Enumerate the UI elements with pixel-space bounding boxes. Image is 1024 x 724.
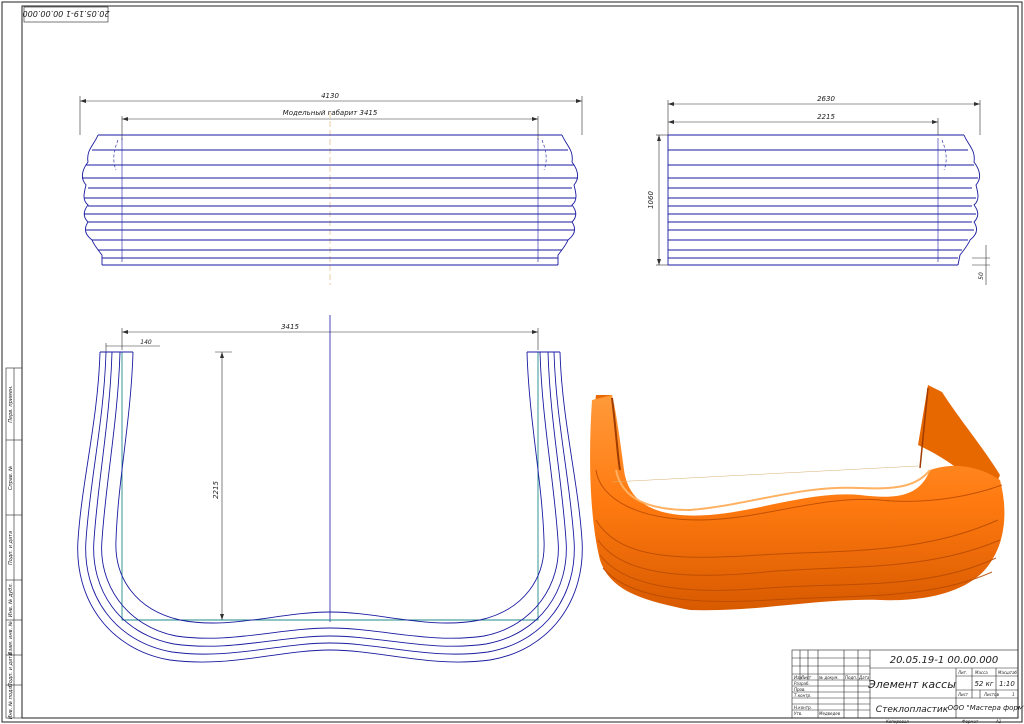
- tb-list: Лист: [800, 675, 812, 680]
- dim-side-bottom: 50: [978, 272, 985, 280]
- outer-frame: [1, 1, 1023, 723]
- tb-copied: Копировал: [886, 719, 909, 724]
- stamp-podp-data-1: Подп. и дата: [8, 531, 14, 565]
- tb-sheet-label: Лист: [957, 692, 969, 697]
- dim-plan-width: 3415: [281, 323, 299, 331]
- tb-sheets-label: Листов: [983, 692, 1000, 697]
- tb-code: 20.05.19-1 00.00.000: [890, 655, 999, 666]
- code-stamp-text: 20.05.19-1 00.00.000: [23, 9, 110, 18]
- dim-plan-wall: 140: [140, 339, 152, 346]
- front-view: 4130 Модельный габарит 3415: [79, 92, 583, 285]
- tb-mass: 52 кг: [974, 680, 993, 688]
- dim-side-overall: 2630: [817, 95, 835, 103]
- stamp-inv-dubl: Инв. № дубл.: [8, 583, 14, 617]
- tb-n-kontr: Н.контр.: [794, 705, 812, 710]
- tb-utv-name: Медведев: [819, 711, 841, 716]
- tb-scale-label: Масштаб: [998, 670, 1018, 675]
- stamp-vzam-inv: Взам. инв. №: [8, 621, 14, 655]
- side-view: 2630 2215 1060 50: [647, 95, 990, 285]
- tb-t-kontr: Т.контр.: [794, 693, 811, 698]
- tb-lit-label: Лит.: [957, 670, 967, 675]
- tb-razrab: Разраб.: [794, 681, 810, 686]
- dim-front-overall: 4130: [321, 92, 339, 100]
- side-stamp: Перв. примен. Справ. № Подп. и дата Инв.…: [5, 367, 23, 720]
- inner-frame: [21, 5, 1019, 719]
- stamp-sprav: Справ. №: [8, 466, 14, 490]
- dim-plan-depth: 2215: [212, 481, 220, 499]
- tb-organization: ООО "Мастера форм": [948, 704, 1024, 712]
- tb-podp: Подп.: [845, 675, 857, 680]
- tb-format-label: Формат: [962, 719, 979, 724]
- tb-prov: Пров.: [794, 687, 806, 692]
- dim-side-inner: 2215: [817, 113, 835, 121]
- code-stamp: 20.05.19-1 00.00.000: [23, 6, 110, 23]
- title-block: Изм. Лист № докум. Подп. Дата Разраб. Пр…: [791, 649, 1024, 724]
- tb-name: Элемент кассы: [867, 678, 956, 691]
- tb-scale: 1:10: [999, 680, 1015, 688]
- plan-view: 3415 140 2215: [77, 315, 583, 663]
- tb-doc-no: № докум.: [818, 675, 839, 680]
- tb-format: А1: [995, 719, 1001, 724]
- stamp-inv-podl: Инв. № подл.: [8, 685, 14, 720]
- stamp-perv-primen: Перв. примен.: [8, 385, 14, 423]
- tb-sheets-count: 1: [1012, 692, 1015, 697]
- render-3d: [590, 385, 1005, 611]
- tb-utv: Утв.: [794, 711, 802, 716]
- tb-material: Стеклопластик: [876, 705, 949, 715]
- tb-mass-label: Масса: [975, 670, 988, 675]
- dim-side-height: 1060: [647, 191, 655, 209]
- stamp-podp-data-2: Подп. и дата: [8, 653, 14, 687]
- drawing-sheet: 20.05.19-1 00.00.000 Перв. примен. Справ…: [1, 1, 1024, 724]
